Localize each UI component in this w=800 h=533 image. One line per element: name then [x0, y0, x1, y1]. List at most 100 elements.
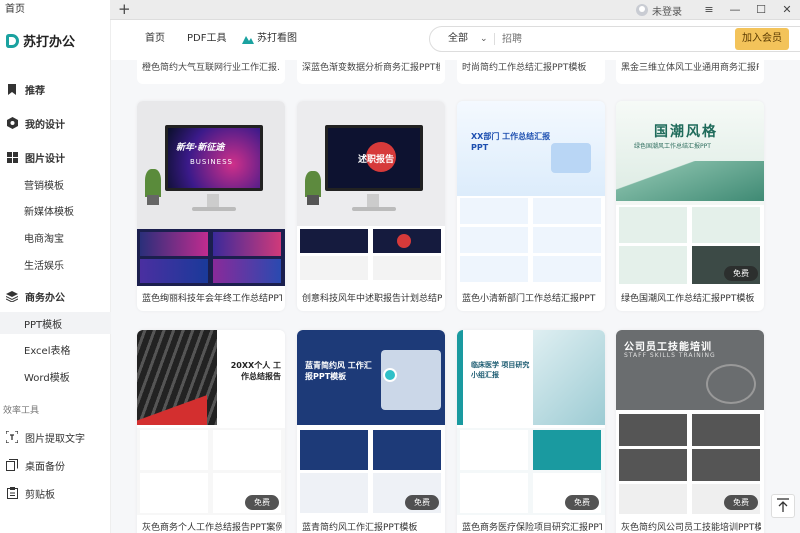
copy-icon — [5, 458, 19, 472]
sidebar-label: 营销模板 — [24, 180, 64, 192]
chevron-down-icon[interactable]: ⌄ — [480, 27, 488, 51]
template-thumbnail: 蓝青简约风 工作汇报PPT模板 — [297, 330, 445, 515]
sidebar-label: PPT模板 — [24, 319, 63, 331]
join-vip-button[interactable]: 加入会员 — [735, 28, 789, 50]
thumb-subheading: STAFF SKILLS TRAINING — [624, 352, 716, 359]
sidebar-item-backup[interactable]: 桌面备份 — [0, 456, 111, 474]
sidebar-label: Word模板 — [24, 372, 70, 384]
hexagon-icon — [5, 116, 19, 130]
template-card[interactable]: 新年·新征途 BUSINESS 蓝色绚丽科技年会年终工作总结PPT... — [137, 101, 285, 311]
avatar — [636, 4, 648, 16]
template-card[interactable]: 临床医学 项目研究小组汇报 免费 蓝色商务医疗保险项目研究汇报PPT模板 — [457, 330, 605, 533]
search-divider — [494, 33, 495, 45]
nav-home[interactable]: 首页 — [145, 20, 165, 58]
sidebar-item-image-design[interactable]: 图片设计 — [0, 148, 111, 166]
grid-icon — [5, 150, 19, 164]
sidebar-item-new-media[interactable]: 新媒体模板 — [0, 201, 111, 219]
sidebar-item-ocr[interactable]: 图片提取文字 — [0, 428, 111, 446]
free-badge: 免费 — [565, 495, 599, 510]
card-title: 绿色国潮风工作总结汇报PPT模板 — [621, 294, 755, 304]
template-gallery: 橙色简约大气互联网行业工作汇报... 深蓝色渐变数据分析商务汇报PPT模... … — [111, 60, 800, 533]
card-title: 蓝色商务医疗保险项目研究汇报PPT模板 — [462, 523, 602, 533]
thumb-heading: 20XX个人 工作总结报告 — [230, 361, 281, 381]
sidebar-item-recommend[interactable]: 推荐 — [0, 80, 111, 98]
login-label: 未登录 — [652, 6, 682, 18]
template-card[interactable]: 橙色简约大气互联网行业工作汇报... — [137, 60, 285, 84]
thumb-heading: 公司员工技能培训 — [624, 342, 712, 353]
sidebar-item-ppt[interactable]: PPT模板 — [0, 312, 111, 334]
arrow-up-icon — [777, 497, 789, 515]
add-tab-button[interactable]: + — [118, 0, 131, 19]
minimize-icon[interactable]: — — [722, 0, 748, 20]
close-icon[interactable]: ✕ — [774, 0, 800, 20]
card-title: 蓝青简约风工作汇报PPT模板 — [302, 523, 418, 533]
card-title: 创意科技风年中述职报告计划总结PPT... — [302, 294, 442, 304]
top-navigation: 首页 PDF工具 苏打看图 全部 ⌄ 加入会员 — [111, 20, 800, 60]
thumb-heading: XX部门 工作总结汇报PPT — [471, 132, 551, 152]
card-title: 时尚简约工作总结汇报PPT模板 — [462, 63, 587, 73]
brand-name: 苏打办公 — [23, 35, 76, 50]
sidebar-label: 推荐 — [25, 85, 45, 97]
template-card[interactable]: 20XX个人 工作总结报告 免费 灰色商务个人工作总结报告PPT案例 — [137, 330, 285, 533]
template-thumbnail: 国潮风格 绿色国潮风工作总结汇报PPT — [616, 101, 764, 286]
sidebar-item-business[interactable]: 商务办公 — [0, 287, 111, 305]
kantu-icon — [242, 34, 254, 44]
card-title: 蓝色绚丽科技年会年终工作总结PPT... — [142, 294, 282, 304]
thumb-heading: 国潮风格 — [654, 124, 718, 140]
card-title: 灰色商务个人工作总结报告PPT案例 — [142, 523, 282, 533]
template-card[interactable]: 黑金三维立体风工业通用商务汇报PPT... — [616, 60, 764, 84]
sidebar-item-my-design[interactable]: 我的设计 — [0, 114, 111, 132]
template-thumbnail: 新年·新征途 BUSINESS — [137, 101, 285, 286]
free-badge: 免费 — [724, 266, 758, 281]
thumb-heading: 述职报告 — [358, 155, 395, 165]
template-card[interactable]: 国潮风格 绿色国潮风工作总结汇报PPT 免费 绿色国潮风工作总结汇报PPT模板 — [616, 101, 764, 311]
template-card[interactable]: 时尚简约工作总结汇报PPT模板 — [457, 60, 605, 84]
free-badge: 免费 — [405, 495, 439, 510]
template-thumbnail: 临床医学 项目研究小组汇报 — [457, 330, 605, 515]
title-bar: 首页 + 未登录 ≡ — ☐ ✕ — [0, 0, 800, 20]
sidebar-group-tools: 效率工具 — [3, 405, 40, 416]
sidebar-item-marketing[interactable]: 营销模板 — [0, 175, 111, 193]
card-title: 黑金三维立体风工业通用商务汇报PPT... — [621, 63, 759, 73]
template-thumbnail: 述职报告 — [297, 101, 445, 286]
thumb-heading: 蓝青简约风 工作汇报PPT模板 — [305, 361, 372, 381]
card-title: 灰色简约风公司员工技能培训PPT模... — [621, 523, 761, 533]
template-thumbnail: XX部门 工作总结汇报PPT — [457, 101, 605, 286]
maximize-icon[interactable]: ☐ — [748, 0, 774, 20]
sidebar-label: Excel表格 — [24, 345, 71, 357]
bookmark-icon — [5, 82, 19, 96]
template-thumbnail: 20XX个人 工作总结报告 — [137, 330, 285, 515]
back-to-top-button[interactable] — [771, 494, 795, 518]
tab-home[interactable]: 首页 — [0, 0, 110, 20]
nav-kantu[interactable]: 苏打看图 — [242, 20, 297, 58]
thumb-subheading: 绿色国潮风工作总结汇报PPT — [634, 143, 711, 150]
sidebar-label: 电商淘宝 — [24, 233, 64, 245]
menu-icon[interactable]: ≡ — [696, 0, 722, 20]
sidebar-item-word[interactable]: Word模板 — [0, 367, 111, 385]
template-card[interactable]: XX部门 工作总结汇报PPT 蓝色小清新部门工作总结汇报PPT — [457, 101, 605, 311]
nav-kantu-label: 苏打看图 — [257, 33, 297, 44]
sidebar-label: 剪贴板 — [25, 489, 55, 501]
sidebar-item-excel[interactable]: Excel表格 — [0, 340, 111, 358]
nav-pdf-tools[interactable]: PDF工具 — [187, 20, 226, 58]
sidebar-item-ecommerce[interactable]: 电商淘宝 — [0, 228, 111, 246]
thumb-heading: 新年·新征途 — [176, 143, 225, 153]
sidebar-item-life[interactable]: 生活娱乐 — [0, 255, 111, 273]
template-thumbnail: 公司员工技能培训 STAFF SKILLS TRAINING — [616, 330, 764, 515]
sidebar-label: 商务办公 — [25, 292, 65, 304]
brand-logo[interactable]: 苏打办公 — [6, 31, 75, 50]
sidebar-item-clipboard[interactable]: 剪贴板 — [0, 484, 111, 502]
previous-row: 橙色简约大气互联网行业工作汇报... 深蓝色渐变数据分析商务汇报PPT模... … — [111, 60, 800, 88]
sidebar-label: 生活娱乐 — [24, 260, 64, 272]
login-status[interactable]: 未登录 — [636, 3, 682, 18]
template-card[interactable]: 蓝青简约风 工作汇报PPT模板 免费 蓝青简约风工作汇报PPT模板 — [297, 330, 445, 533]
search-category-select[interactable]: 全部 — [448, 27, 468, 51]
thumb-heading: 临床医学 项目研究小组汇报 — [471, 361, 530, 379]
card-title: 深蓝色渐变数据分析商务汇报PPT模... — [302, 63, 440, 73]
template-card[interactable]: 述职报告 创意科技风年中述职报告计划总结PPT... — [297, 101, 445, 311]
sidebar: 苏打办公 推荐 我的设计 图片设计 营销模板 新媒体模板 电商淘宝 生活娱乐 商… — [0, 20, 111, 533]
sidebar-label: 桌面备份 — [25, 461, 65, 473]
layers-icon — [5, 289, 19, 303]
template-card[interactable]: 公司员工技能培训 STAFF SKILLS TRAINING 免费 灰色简约风公… — [616, 330, 764, 533]
template-card[interactable]: 深蓝色渐变数据分析商务汇报PPT模... — [297, 60, 445, 84]
